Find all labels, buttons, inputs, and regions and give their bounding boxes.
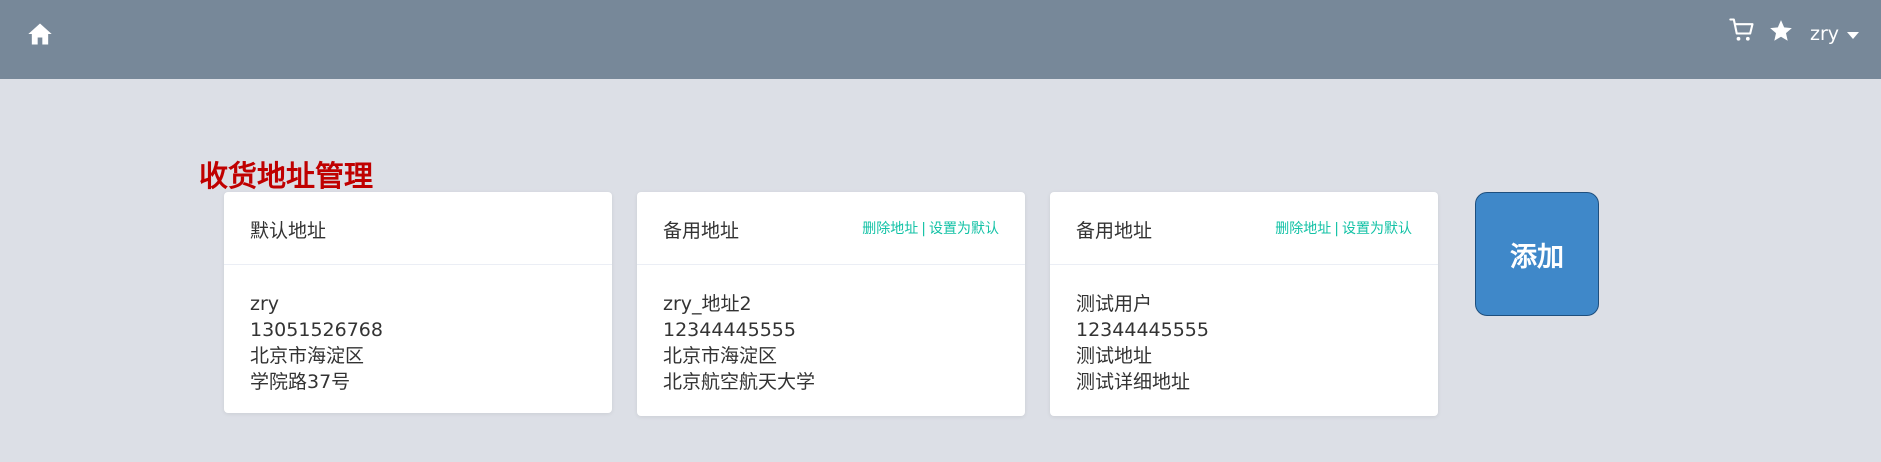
delete-address-link[interactable]: 删除地址: [862, 221, 918, 237]
star-icon[interactable]: [1768, 18, 1794, 44]
card-header: 默认地址: [224, 192, 612, 265]
address-region: 测试地址: [1076, 345, 1153, 367]
address-detail: 测试详细地址: [1076, 371, 1191, 393]
card-header: 备用地址 删除地址 | 设置为默认: [637, 192, 1025, 265]
card-actions: 删除地址 | 设置为默认: [862, 218, 999, 238]
home-icon[interactable]: [26, 20, 54, 48]
address-card-backup-2: 备用地址 删除地址 | 设置为默认 测试用户 12344445555 测试地址 测试…: [1050, 192, 1438, 416]
address-type-label: 备用地址: [663, 220, 740, 242]
address-detail: 学院路37号: [250, 371, 351, 393]
address-card-default: 默认地址 zry 13051526768 北京市海淀区 学院路37号: [224, 192, 612, 413]
address-detail: 北京航空航天大学: [663, 371, 816, 393]
separator: |: [921, 221, 926, 237]
address-details: zry_地址2 12344445555 北京市海淀区 北京航空航天大学: [637, 265, 1025, 395]
recipient-name: 测试用户: [1076, 293, 1153, 315]
page-title: 收货地址管理: [199, 159, 374, 193]
address-card-backup-1: 备用地址 删除地址 | 设置为默认 zry_地址2 12344445555 北京市海…: [637, 192, 1025, 416]
address-region: 北京市海淀区: [663, 345, 778, 367]
username: zry: [1810, 23, 1840, 45]
address-type-label: 默认地址: [250, 220, 327, 242]
user-menu[interactable]: zry: [1810, 22, 1860, 46]
cart-icon[interactable]: [1728, 16, 1756, 44]
card-actions: 删除地址 | 设置为默认: [1275, 218, 1412, 238]
recipient-phone: 12344445555: [663, 319, 796, 341]
card-header: 备用地址 删除地址 | 设置为默认: [1050, 192, 1438, 265]
address-type-label: 备用地址: [1076, 220, 1153, 242]
separator: |: [1334, 221, 1339, 237]
address-details: zry 13051526768 北京市海淀区 学院路37号: [224, 265, 612, 395]
recipient-name: zry: [250, 293, 280, 315]
add-address-button[interactable]: 添加: [1475, 192, 1599, 316]
chevron-down-icon: [1847, 31, 1860, 39]
set-default-link[interactable]: 设置为默认: [1342, 221, 1412, 237]
delete-address-link[interactable]: 删除地址: [1275, 221, 1331, 237]
address-details: 测试用户 12344445555 测试地址 测试详细地址: [1050, 265, 1438, 395]
add-button-label: 添加: [1510, 241, 1564, 273]
recipient-phone: 13051526768: [250, 319, 383, 341]
top-navbar: zry: [0, 0, 1881, 79]
recipient-name: zry_地址2: [663, 293, 752, 315]
set-default-link[interactable]: 设置为默认: [929, 221, 999, 237]
address-region: 北京市海淀区: [250, 345, 365, 367]
recipient-phone: 12344445555: [1076, 319, 1209, 341]
